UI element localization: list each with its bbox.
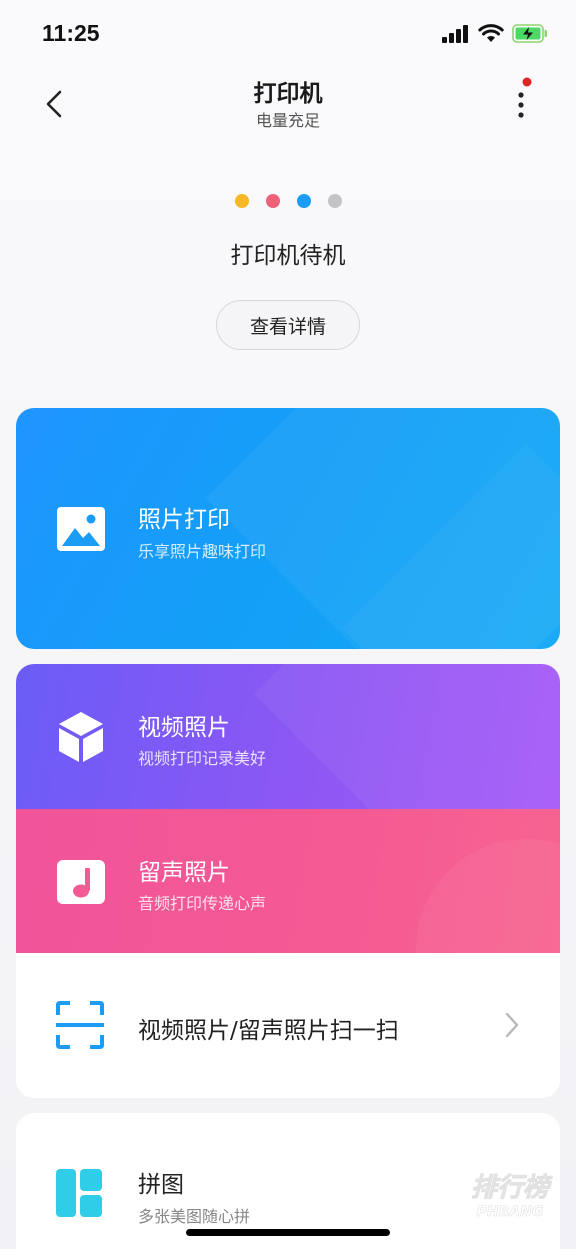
voice-photo-title: 留声照片 xyxy=(138,860,230,886)
photo-print-title: 照片打印 xyxy=(138,507,230,533)
photo-print-card[interactable]: 照片打印 乐享照片趣味打印 xyxy=(16,408,560,649)
status-dots xyxy=(0,194,576,208)
video-photo-subtitle: 视频打印记录美好 xyxy=(138,749,267,768)
printer-status-text: 打印机待机 xyxy=(230,243,346,269)
page-title: 打印机 xyxy=(253,81,323,107)
status-dot-3 xyxy=(296,194,311,208)
more-menu-button[interactable] xyxy=(506,76,536,126)
page-subtitle: 电量充足 xyxy=(255,111,320,130)
watermark-text: 排行榜 xyxy=(471,1173,553,1203)
status-icons xyxy=(442,24,548,47)
battery-charging-icon xyxy=(512,24,548,47)
more-vertical-icon xyxy=(518,77,532,118)
puzzle-subtitle: 多张美图随心拼 xyxy=(138,1207,251,1226)
puzzle-title: 拼图 xyxy=(138,1172,184,1198)
status-time: 11:25 xyxy=(42,20,100,46)
cube-icon xyxy=(56,710,106,768)
image-icon xyxy=(56,506,106,556)
photo-print-subtitle: 乐享照片趣味打印 xyxy=(138,542,267,561)
feature-group-card: 视频照片 视频打印记录美好 留声照片 音频打印传递心声 视频照片/留声照片扫一扫 xyxy=(16,664,560,1098)
status-dot-4 xyxy=(327,194,342,208)
chevron-right-icon xyxy=(502,1009,522,1041)
video-photo-row[interactable]: 视频照片 视频打印记录美好 xyxy=(16,664,560,809)
scan-row[interactable]: 视频照片/留声照片扫一扫 xyxy=(16,953,560,1098)
wifi-icon xyxy=(478,24,504,47)
voice-photo-subtitle: 音频打印传递心声 xyxy=(138,894,267,913)
home-indicator[interactable] xyxy=(186,1229,390,1236)
cellular-signal-icon xyxy=(442,24,470,47)
nav-bar: 打印机 电量充足 xyxy=(0,70,576,134)
status-dot-2 xyxy=(265,194,280,208)
watermark: 排行榜 PHBANG xyxy=(452,1166,568,1222)
scan-icon xyxy=(56,1001,104,1053)
status-bar: 11:25 xyxy=(0,0,576,70)
video-photo-title: 视频照片 xyxy=(138,715,230,741)
watermark-subtext: PHBANG xyxy=(477,1204,544,1220)
music-note-icon xyxy=(56,859,106,909)
view-details-button[interactable]: 查看详情 xyxy=(216,300,360,350)
scan-label: 视频照片/留声照片扫一扫 xyxy=(138,1018,399,1044)
status-dot-1 xyxy=(234,194,249,208)
voice-photo-row[interactable]: 留声照片 音频打印传递心声 xyxy=(16,809,560,953)
collage-icon xyxy=(56,1169,104,1221)
